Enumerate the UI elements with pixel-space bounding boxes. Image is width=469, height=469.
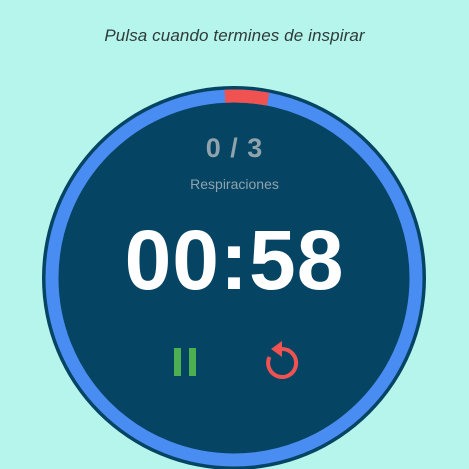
reset-button[interactable] (258, 338, 306, 386)
pause-icon (174, 348, 196, 376)
progress-marker (224, 89, 270, 106)
reset-icon (266, 341, 299, 379)
pause-button[interactable] (161, 338, 209, 386)
breath-counter: 0 / 3 (205, 133, 264, 163)
timer-display: 00:58 (124, 213, 345, 307)
breath-counter-label: Respiraciones (190, 176, 279, 192)
